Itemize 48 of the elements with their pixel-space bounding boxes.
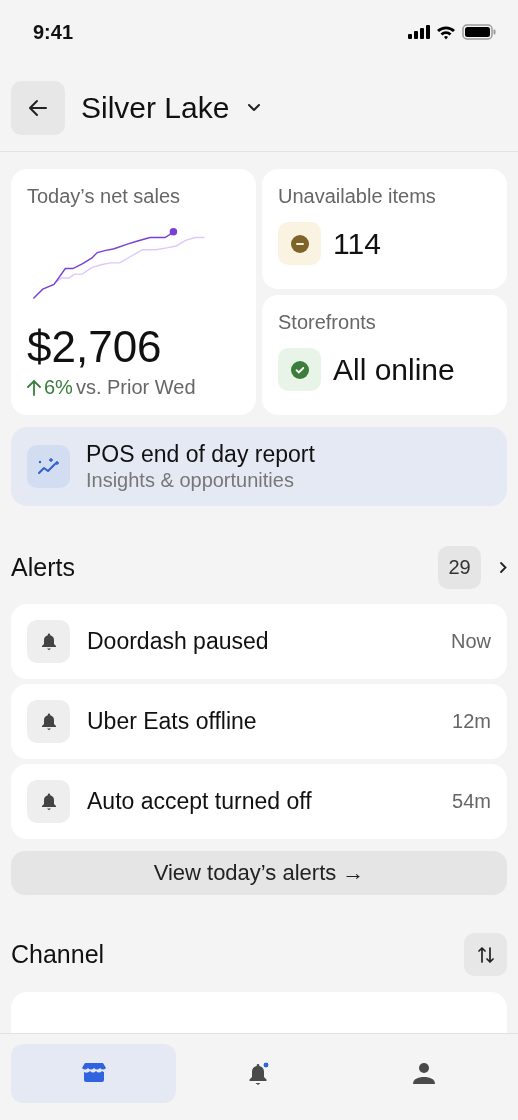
- current-point: [169, 228, 178, 236]
- alert-row[interactable]: Doordash paused Now: [11, 604, 507, 679]
- card-value: All online: [333, 352, 455, 387]
- battery-icon: [462, 24, 496, 40]
- check-circle-icon: [290, 360, 309, 379]
- section-title: Channel: [11, 940, 105, 970]
- alert-text: Uber Eats offline: [87, 708, 258, 735]
- location-dropdown[interactable]: Silver Lake: [81, 90, 262, 125]
- back-arrow-icon: [28, 98, 48, 117]
- bell-icon: [39, 792, 58, 811]
- bell-icon: [39, 632, 58, 651]
- alert-text: Auto accept turned off: [87, 788, 313, 815]
- report-title: POS end of day report: [86, 441, 315, 468]
- status-time: 9:41: [33, 20, 74, 44]
- card-label: Storefronts: [278, 311, 377, 334]
- sparkle-chart-icon: [36, 456, 61, 477]
- signal-icon: [408, 25, 430, 39]
- minus-circle-icon: [290, 234, 309, 253]
- unavailable-items-card[interactable]: Unavailable items 114: [262, 169, 507, 289]
- alert-row[interactable]: Auto accept turned off 54m: [11, 764, 507, 839]
- change-percent: 6%: [44, 376, 73, 399]
- sort-arrows-icon: [477, 945, 494, 964]
- sales-card[interactable]: Today’s net sales $2,706 6%vs. Prior Wed: [11, 169, 256, 415]
- wifi-icon: [436, 24, 456, 40]
- comparison-label: vs. Prior Wed: [75, 376, 196, 399]
- section-title: Alerts: [11, 553, 75, 582]
- alert-count: 29: [438, 546, 481, 589]
- report-subtitle: Insights & opportunities: [86, 469, 295, 492]
- card-value: 114: [333, 226, 381, 261]
- alert-text: Doordash paused: [87, 628, 270, 655]
- bell-icon: [39, 712, 58, 731]
- alert-time: 12m: [452, 710, 491, 733]
- view-alerts-button[interactable]: View today’s alerts →: [11, 851, 507, 896]
- card-label: Unavailable items: [278, 185, 437, 208]
- person-icon: [412, 1061, 437, 1086]
- sort-button[interactable]: [464, 933, 507, 977]
- nav-tab[interactable]: [11, 1044, 177, 1103]
- alert-time: 54m: [452, 790, 491, 813]
- sales-amount: $2,706: [27, 322, 163, 372]
- alert-time: Now: [451, 630, 491, 653]
- back-button[interactable]: [11, 80, 65, 135]
- alert-row[interactable]: Uber Eats offline 12m: [11, 684, 507, 759]
- card-label: Today’s net sales: [27, 185, 182, 208]
- storefronts-card[interactable]: Storefronts All online: [262, 295, 507, 415]
- chevron-down-icon: [247, 103, 262, 112]
- report-banner[interactable]: POS end of day report Insights & opportunities: [11, 427, 507, 506]
- bell-icon: [247, 1061, 271, 1086]
- chevron-right-icon[interactable]: [499, 561, 507, 574]
